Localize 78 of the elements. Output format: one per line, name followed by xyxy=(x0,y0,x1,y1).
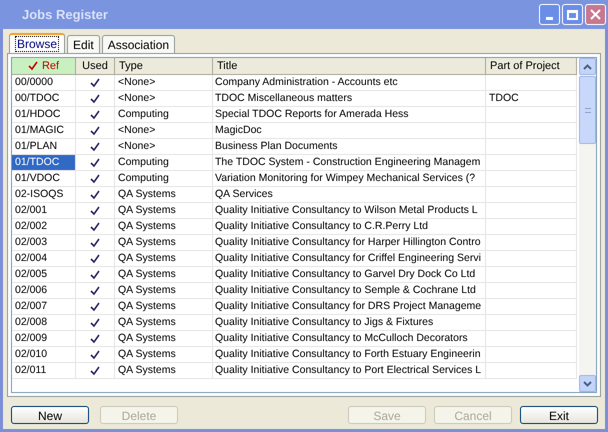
minimize-button[interactable] xyxy=(539,4,560,25)
table-cell[interactable]: 01/TDOC xyxy=(12,155,76,171)
table-cell[interactable]: Quality Initiative Consultancy to Wilson Metal Products L xyxy=(213,203,486,219)
table-cell[interactable]: QA Systems xyxy=(115,283,213,299)
dialog-button[interactable]: New xyxy=(11,406,89,424)
table-cell[interactable]: Computing xyxy=(115,155,213,171)
table-cell[interactable]: Variation Monitoring for Wimpey Mechanical Services (? xyxy=(213,171,486,187)
tab[interactable]: Edit xyxy=(67,35,100,53)
dialog-button[interactable]: Exit xyxy=(520,406,598,424)
table-cell[interactable]: QA Systems xyxy=(115,331,213,347)
table-cell[interactable]: QA Systems xyxy=(115,363,213,379)
table-cell[interactable]: QA Systems xyxy=(115,347,213,363)
column-header[interactable]: Part of Project xyxy=(486,58,577,75)
table-cell[interactable]: QA Systems xyxy=(115,315,213,331)
table-cell[interactable]: Quality Initiative Consultancy to C.R.Perry Ltd xyxy=(213,219,486,235)
table-cell[interactable]: The TDOC System - Construction Engineering Managem xyxy=(213,155,486,171)
table-cell[interactable]: 02/001 xyxy=(12,203,76,219)
table-cell[interactable]: 01/VDOC xyxy=(12,171,76,187)
table-cell[interactable]: Quality Initiative Consultancy to McCulloch Decorators xyxy=(213,331,486,347)
table-cell[interactable]: QA Systems xyxy=(115,219,213,235)
table-cell[interactable]: Company Administration - Accounts etc xyxy=(213,75,486,91)
table-cell[interactable]: TDOC Miscellaneous matters xyxy=(213,91,486,107)
scroll-up-button[interactable] xyxy=(579,58,596,75)
table-cell[interactable]: <None> xyxy=(115,75,213,91)
maximize-button[interactable] xyxy=(562,4,583,25)
table-cell[interactable]: Quality Initiative Consultancy to Forth Estuary Engineerin xyxy=(213,347,486,363)
table-cell[interactable]: Quality Initiative Consultancy for DRS Project Manageme xyxy=(213,299,486,315)
table-cell[interactable]: Quality Initiative Consultancy to Port Electrical Services L xyxy=(213,363,486,379)
table-cell[interactable]: 02-ISOQS xyxy=(12,187,76,203)
table-cell[interactable]: Special TDOC Reports for Amerada Hess xyxy=(213,107,486,123)
table-cell[interactable]: TDOC xyxy=(486,91,577,107)
table-cell[interactable]: 02/007 xyxy=(12,299,76,315)
table-cell[interactable]: Quality Initiative Consultancy for Harper Hillington Contro xyxy=(213,235,486,251)
table-cell[interactable]: 02/003 xyxy=(12,235,76,251)
table-cell[interactable]: 02/002 xyxy=(12,219,76,235)
table-cell[interactable]: Quality Initiative Consultancy to Garvel Dry Dock Co Ltd xyxy=(213,267,486,283)
column-header[interactable]: Used xyxy=(76,58,115,75)
column-header[interactable]: Ref xyxy=(12,58,76,75)
scroll-thumb[interactable] xyxy=(579,76,596,144)
close-icon xyxy=(590,9,601,20)
table-cell[interactable]: <None> xyxy=(115,123,213,139)
scroll-down-button[interactable] xyxy=(579,375,596,392)
table-cell[interactable]: Quality Initiative Consultancy to Jigs & Fixtures xyxy=(213,315,486,331)
table-cell[interactable]: QA Systems xyxy=(115,299,213,315)
tab[interactable]: Association xyxy=(102,35,176,53)
table-cell[interactable]: Business Plan Documents xyxy=(213,139,486,155)
table-cell[interactable]: 02/009 xyxy=(12,331,76,347)
table-cell[interactable]: 02/011 xyxy=(12,363,76,379)
caret-down-icon xyxy=(583,380,592,386)
column-header[interactable]: Title xyxy=(213,58,486,75)
table-cell[interactable]: QA Systems xyxy=(115,267,213,283)
table-cell[interactable]: 01/HDOC xyxy=(12,107,76,123)
table-cell[interactable]: Computing xyxy=(115,171,213,187)
table-cell[interactable]: 02/004 xyxy=(12,251,76,267)
table-cell[interactable]: MagicDoc xyxy=(213,123,486,139)
table-cell[interactable]: QA Services xyxy=(213,187,486,203)
table-cell[interactable]: <None> xyxy=(115,139,213,155)
close-button[interactable] xyxy=(585,4,606,25)
table-cell[interactable]: 02/006 xyxy=(12,283,76,299)
table-cell[interactable]: 02/005 xyxy=(12,267,76,283)
table-cell[interactable]: Computing xyxy=(115,107,213,123)
table-cell[interactable]: 00/0000 xyxy=(12,75,76,91)
vertical-scrollbar[interactable] xyxy=(579,58,596,392)
table-cell[interactable]: QA Systems xyxy=(115,235,213,251)
table-cell[interactable]: QA Systems xyxy=(115,187,213,203)
table-cell[interactable]: 01/MAGIC xyxy=(12,123,76,139)
column-header[interactable]: Type xyxy=(115,58,213,75)
table-cell[interactable]: QA Systems xyxy=(115,251,213,267)
caret-up-icon xyxy=(583,64,592,70)
table-cell[interactable]: 00/TDOC xyxy=(12,91,76,107)
table-cell[interactable]: 02/010 xyxy=(12,347,76,363)
table-cell[interactable]: 02/008 xyxy=(12,315,76,331)
table-cell[interactable]: <None> xyxy=(115,91,213,107)
table-cell[interactable]: QA Systems xyxy=(115,203,213,219)
window-title: Jobs Register xyxy=(22,6,108,24)
table-cell[interactable]: Quality Initiative Consultancy to Semple & Cochrane Ltd xyxy=(213,283,486,299)
table-cell[interactable]: Quality Initiative Consultancy for Criffel Engineering Servi xyxy=(213,251,486,267)
tab[interactable]: Browse xyxy=(9,33,66,53)
